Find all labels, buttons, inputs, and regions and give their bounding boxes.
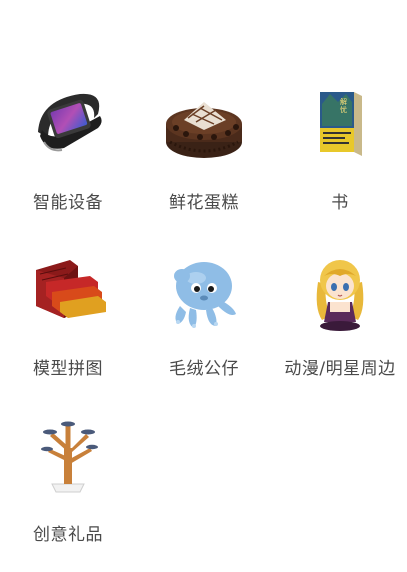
- category-books[interactable]: 解 忧 书: [272, 80, 407, 240]
- category-creative-gifts[interactable]: 创意礼品: [0, 412, 136, 572]
- category-anime-merch[interactable]: 动漫/明星周边: [272, 246, 407, 406]
- category-label: 模型拼图: [33, 359, 103, 379]
- octopus-plush-icon: [156, 246, 252, 342]
- book-icon: 解 忧: [292, 80, 388, 176]
- smart-band-icon: [20, 80, 116, 176]
- category-label: 鲜花蛋糕: [169, 193, 239, 213]
- category-grid: 智能设备 鲜花蛋糕 解 忧 书 模型拼图 毛绒公仔 动漫/明星周边 创意礼品: [0, 0, 407, 545]
- creative-gift-icon: [20, 412, 116, 508]
- category-plush-toys[interactable]: 毛绒公仔: [136, 246, 272, 406]
- category-label: 动漫/明星周边: [284, 359, 396, 379]
- svg-text:忧: 忧: [340, 105, 347, 114]
- category-label: 创意礼品: [33, 525, 103, 545]
- category-flowers-cakes[interactable]: 鲜花蛋糕: [136, 80, 272, 240]
- model-puzzle-icon: [20, 246, 116, 342]
- svg-text:解: 解: [340, 97, 347, 106]
- category-model-puzzle[interactable]: 模型拼图: [0, 246, 136, 406]
- category-label: 智能设备: [33, 193, 103, 213]
- category-smart-devices[interactable]: 智能设备: [0, 80, 136, 240]
- anime-figure-icon: [292, 246, 388, 342]
- category-label: 书: [331, 193, 349, 213]
- category-label: 毛绒公仔: [169, 359, 239, 379]
- chocolate-cake-icon: [156, 80, 252, 176]
